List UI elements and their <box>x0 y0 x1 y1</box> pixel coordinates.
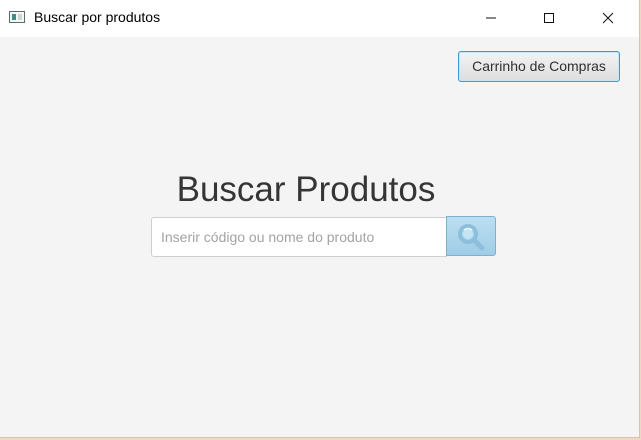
page-title: Buscar Produtos <box>176 170 436 209</box>
maximize-icon <box>544 13 554 23</box>
maximize-button[interactable] <box>527 0 573 37</box>
search-icon <box>458 224 485 251</box>
close-icon <box>602 12 614 24</box>
shopping-cart-button[interactable]: Carrinho de Compras <box>458 51 620 82</box>
title-bar[interactable]: Buscar por produtos <box>0 0 639 37</box>
application-window: Buscar por produtos Carrinho de Compras … <box>0 0 640 438</box>
minimize-icon <box>486 17 496 19</box>
window-title: Buscar por produtos <box>34 9 161 25</box>
search-button[interactable] <box>446 216 496 256</box>
search-input[interactable] <box>151 217 447 257</box>
close-button[interactable] <box>586 0 632 37</box>
minimize-button[interactable] <box>469 0 515 37</box>
app-window-icon <box>9 11 25 23</box>
